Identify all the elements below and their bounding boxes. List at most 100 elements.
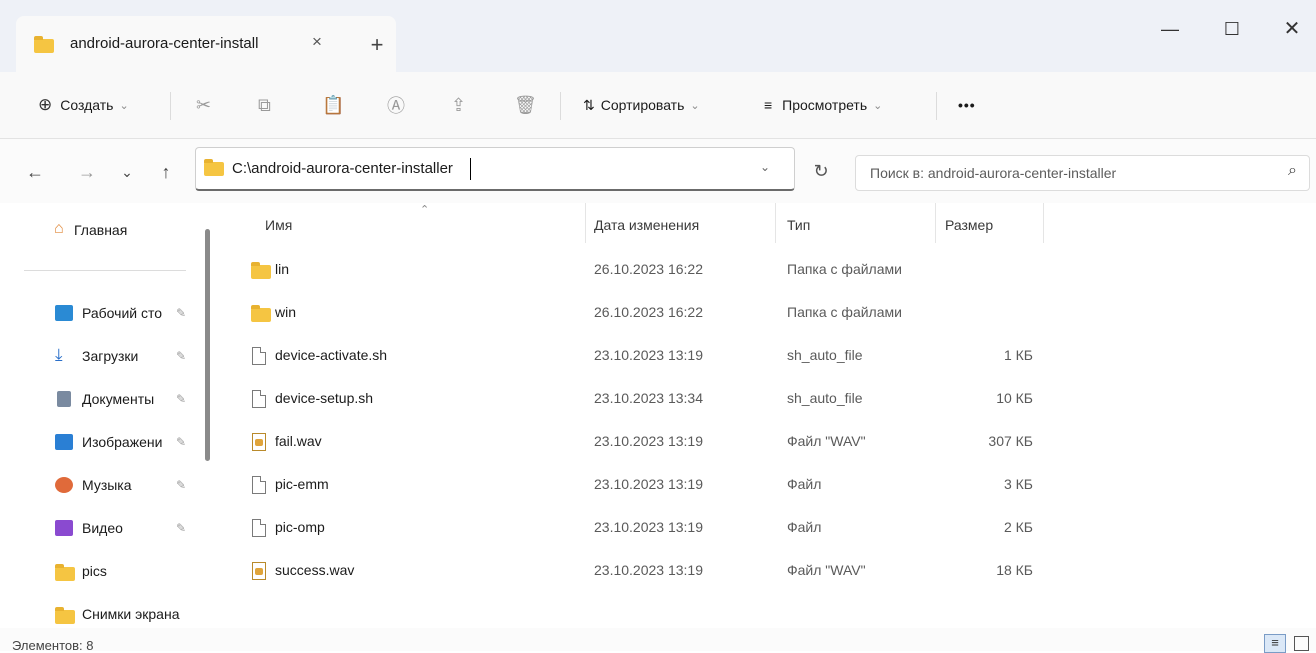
- column-header-type[interactable]: Тип: [787, 217, 810, 233]
- back-button[interactable]: ←: [22, 159, 48, 185]
- file-name: pic-omp: [275, 519, 325, 535]
- column-divider[interactable]: [775, 203, 776, 243]
- column-header-size[interactable]: Размер: [945, 217, 993, 233]
- recent-locations-button[interactable]: ⌄: [114, 159, 140, 185]
- more-options-button[interactable]: •••: [958, 90, 976, 120]
- view-label: Просмотреть: [782, 97, 868, 113]
- file-type: Файл: [787, 476, 822, 492]
- file-type: Папка с файлами: [787, 261, 902, 277]
- sort-ascending-icon: ⌃: [420, 204, 430, 216]
- file-date: 23.10.2023 13:19: [594, 562, 703, 578]
- sidebar-divider: [24, 270, 186, 271]
- navigation-bar: ← → ⌄ ↑ C:\android-aurora-center-install…: [0, 139, 1316, 203]
- file-icon: [252, 390, 266, 408]
- sort-button[interactable]: ⇅ Сортировать ⌄: [583, 90, 700, 120]
- tab-title: android-aurora-center-install: [70, 35, 259, 52]
- search-icon[interactable]: ⌕: [1288, 162, 1297, 180]
- up-button[interactable]: ↑: [153, 159, 179, 185]
- refresh-button[interactable]: ↻: [806, 161, 836, 191]
- music-icon: [55, 477, 73, 493]
- tab-close-button[interactable]: ×: [305, 30, 329, 54]
- file-date: 23.10.2023 13:34: [594, 390, 703, 406]
- toolbar-divider: [560, 92, 561, 120]
- tab-active[interactable]: android-aurora-center-install ×: [16, 16, 396, 72]
- documents-icon: [57, 391, 71, 407]
- rename-icon[interactable]: Ⓐ: [387, 90, 405, 120]
- file-row[interactable]: win 26.10.2023 16:22 Папка с файлами: [243, 292, 1316, 336]
- search-box[interactable]: Поиск в: android-aurora-center-installer…: [855, 155, 1310, 191]
- file-name: win: [275, 304, 297, 320]
- paste-icon[interactable]: 📋: [322, 90, 344, 120]
- audio-file-icon: [252, 433, 266, 451]
- new-tab-button[interactable]: +: [362, 30, 392, 60]
- column-divider[interactable]: [585, 203, 586, 243]
- file-row[interactable]: device-setup.sh 23.10.2023 13:34 sh_auto…: [243, 378, 1316, 422]
- sidebar-item-pictures[interactable]: Изображени ✎: [0, 426, 210, 462]
- file-size: 307 КБ: [988, 433, 1033, 449]
- sidebar-item-downloads[interactable]: ⤓ Загрузки ✎: [0, 340, 210, 376]
- forward-button[interactable]: →: [74, 159, 100, 185]
- sidebar-item-label: Загрузки: [82, 348, 139, 364]
- chevron-down-icon: ⌄: [690, 99, 700, 112]
- cut-icon[interactable]: ✂: [196, 90, 211, 120]
- video-icon: [55, 520, 73, 536]
- file-row[interactable]: lin 26.10.2023 16:22 Папка с файлами: [243, 249, 1316, 293]
- column-header-date[interactable]: Дата изменения: [594, 217, 699, 233]
- column-divider[interactable]: [1043, 203, 1044, 243]
- sidebar-item-video[interactable]: Видео ✎: [0, 512, 210, 548]
- sidebar-item-label: Видео: [82, 520, 123, 536]
- audio-file-icon: [252, 562, 266, 580]
- file-icon: [252, 519, 266, 537]
- navigation-pane: ⌂ Главная Рабочий сто ✎ ⤓ Загрузки ✎ Док…: [0, 203, 215, 651]
- file-size: 18 КБ: [996, 562, 1033, 578]
- file-size: 3 КБ: [1003, 476, 1033, 492]
- create-button[interactable]: ⊕ Создать ⌄: [38, 90, 129, 120]
- file-type: Папка с файлами: [787, 304, 902, 320]
- pin-icon: ✎: [176, 478, 187, 492]
- folder-icon: [251, 262, 271, 279]
- search-input[interactable]: Поиск в: android-aurora-center-installer: [870, 165, 1116, 181]
- pin-icon: ✎: [176, 521, 187, 535]
- share-icon[interactable]: ⇪: [451, 90, 466, 120]
- copy-icon[interactable]: ⧉: [258, 90, 271, 120]
- folder-icon: [34, 36, 54, 53]
- chevron-down-icon[interactable]: ⌄: [760, 160, 770, 174]
- sort-icon: ⇅: [583, 96, 595, 113]
- address-input[interactable]: C:\android-aurora-center-installer: [232, 160, 453, 177]
- folder-icon: [251, 305, 271, 322]
- tiles-view-icon[interactable]: [1294, 636, 1309, 651]
- file-type: Файл: [787, 519, 822, 535]
- sidebar-item-documents[interactable]: Документы ✎: [0, 383, 210, 419]
- file-type: sh_auto_file: [787, 390, 863, 406]
- file-date: 26.10.2023 16:22: [594, 304, 703, 320]
- desktop-icon: [55, 305, 73, 321]
- file-row[interactable]: pic-omp 23.10.2023 13:19 Файл 2 КБ: [243, 507, 1316, 551]
- column-divider[interactable]: [935, 203, 936, 243]
- file-type: Файл "WAV": [787, 562, 866, 578]
- file-size: 10 КБ: [996, 390, 1033, 406]
- file-row[interactable]: device-activate.sh 23.10.2023 13:19 sh_a…: [243, 335, 1316, 379]
- file-row[interactable]: pic-emm 23.10.2023 13:19 Файл 3 КБ: [243, 464, 1316, 508]
- minimize-button[interactable]: —: [1150, 14, 1190, 44]
- sidebar-item-pics[interactable]: pics: [0, 555, 210, 591]
- sidebar-item-label: Музыка: [82, 477, 132, 493]
- sort-label: Сортировать: [600, 97, 685, 113]
- sidebar-item-desktop[interactable]: Рабочий сто ✎: [0, 297, 210, 333]
- sidebar-item-label: Документы: [82, 391, 155, 407]
- file-date: 23.10.2023 13:19: [594, 476, 703, 492]
- address-bar[interactable]: C:\android-aurora-center-installer ⌄: [195, 147, 795, 191]
- column-header-name[interactable]: Имя: [265, 217, 292, 233]
- maximize-button[interactable]: ☐: [1212, 14, 1252, 44]
- delete-icon[interactable]: 🗑: [514, 90, 537, 120]
- close-window-button[interactable]: ✕: [1272, 14, 1312, 44]
- file-row[interactable]: fail.wav 23.10.2023 13:19 Файл "WAV" 307…: [243, 421, 1316, 465]
- view-button[interactable]: ≡ Просмотреть ⌄: [764, 90, 882, 120]
- details-view-icon[interactable]: ≡: [1264, 634, 1286, 653]
- sidebar-item-label: Рабочий сто: [82, 305, 163, 321]
- text-caret: [470, 158, 471, 180]
- file-icon: [252, 476, 266, 494]
- sidebar-item-home[interactable]: ⌂ Главная: [0, 214, 210, 250]
- sidebar-item-music[interactable]: Музыка ✎: [0, 469, 210, 505]
- file-row[interactable]: success.wav 23.10.2023 13:19 Файл "WAV" …: [243, 550, 1316, 594]
- title-bar: android-aurora-center-install × + — ☐ ✕: [0, 0, 1316, 72]
